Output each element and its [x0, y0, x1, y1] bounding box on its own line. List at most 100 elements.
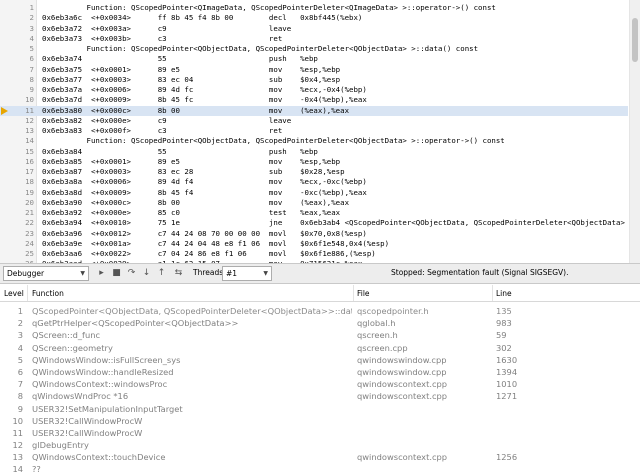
- stack-level-cell: 12: [12, 440, 23, 451]
- disassembly-line[interactable]: 8 0x6eb3a77 <+0x0003> 83 ec 04 sub $0x4,%…: [0, 75, 628, 85]
- line-number: 2: [29, 13, 34, 23]
- scrollbar-thumb[interactable]: [632, 18, 638, 62]
- line-number: 14: [25, 136, 34, 146]
- step-into-icon[interactable]: ↓: [140, 267, 153, 280]
- chevron-down-icon: ▼: [80, 270, 85, 277]
- stack-file-cell: qglobal.h: [357, 318, 396, 329]
- column-divider[interactable]: [353, 285, 354, 301]
- stack-frame-row[interactable]: 10 USER32!CallWindowProcW: [0, 415, 640, 427]
- disassembly-line[interactable]: 3 0x6eb3a72 <+0x003a> c9 leave: [0, 24, 628, 34]
- stack-file-cell: qscreen.h: [357, 330, 398, 341]
- stack-function-cell: QWindowsContext::windowsProc: [32, 379, 168, 390]
- header-line[interactable]: Line: [496, 289, 512, 298]
- disassembly-line[interactable]: 2 0x6eb3a6c <+0x0034> ff 8b 45 f4 8b 00 d…: [0, 13, 628, 23]
- stack-line-cell: 1630: [496, 354, 518, 365]
- disassembly-line[interactable]: 15 0x6eb3a84 55 push %ebp: [0, 147, 628, 157]
- disassembly-line[interactable]: 12 0x6eb3a82 <+0x000e> c9 leave: [0, 116, 628, 126]
- stack-view: Level Function File Line 1 QScopedPointer…: [0, 285, 640, 474]
- editor-vertical-scrollbar[interactable]: [629, 0, 640, 263]
- line-number: 7: [29, 64, 34, 74]
- stack-frame-row[interactable]: 7 QWindowsContext::windowsProc qwindowscon…: [0, 378, 640, 390]
- disassembly-line[interactable]: 21 0x6eb3a92 <+0x000e> 85 c0 test %eax,%e…: [0, 208, 628, 218]
- disassembly-line[interactable]: 7 0x6eb3a75 <+0x0001> 89 e5 mov %esp,%ebp: [0, 65, 628, 75]
- disassembly-line[interactable]: 25 0x6eb3aa6 <+0x0022> c7 04 24 86 e8 f1 …: [0, 249, 628, 259]
- disassembly-line[interactable]: 24 0x6eb3a9e <+0x001a> c7 44 24 04 48 e8 …: [0, 239, 628, 249]
- stack-frame-row[interactable]: 13 QWindowsContext::touchDevice qwindowsco…: [0, 451, 640, 463]
- debugger-perspective-select[interactable]: Debugger ▼: [3, 266, 89, 281]
- instruction-mode-icon[interactable]: ⇆: [172, 267, 185, 280]
- stack-function-cell: QWindowsContext::touchDevice: [32, 452, 166, 463]
- stack-frame-row[interactable]: 4 QScreen::geometry qscreen.cpp 302: [0, 342, 640, 354]
- instruction-text: Function: QScopedPointer<QImageData, QSc…: [42, 3, 496, 12]
- stack-line-cell: 1010: [496, 379, 518, 390]
- disassembly-line[interactable]: 22 0x6eb3a94 <+0x0010> 75 1e jne 0x6eb3ab…: [0, 218, 640, 228]
- stack-frame-row[interactable]: 12 glDebugEntry: [0, 439, 640, 451]
- instruction-text: 0x6eb3aa6 <+0x0022> c7 04 24 86 e8 f1 06…: [42, 249, 376, 258]
- header-level[interactable]: Level: [4, 289, 24, 298]
- stack-line-cell: 1256: [496, 452, 518, 463]
- line-number: 4: [29, 33, 34, 43]
- stack-frame-row[interactable]: 8 qWindowsWndProc *16 qwindowscontext.cpp 1…: [0, 390, 640, 402]
- continue-icon[interactable]: ▸: [95, 267, 108, 280]
- disassembly-editor[interactable]: 1 Function: QScopedPointer<QImageData, Q…: [0, 0, 640, 263]
- threads-select[interactable]: #1 ▼: [222, 266, 272, 281]
- instruction-text: 0x6eb3a9e <+0x001a> c7 44 24 04 48 e8 f1…: [42, 238, 390, 248]
- disassembly-line[interactable]: 20 0x6eb3a90 <+0x000c> 8b 00 mov (%eax),%…: [0, 198, 628, 208]
- header-function[interactable]: Function: [32, 289, 64, 298]
- stack-frame-row[interactable]: 2 qGetPtrHelper<QScopedPointer<QObjectDat…: [0, 317, 640, 329]
- stack-frame-row[interactable]: 6 QWindowsWindow::handleResized qwindowswi…: [0, 366, 640, 378]
- disassembly-line[interactable]: 11 0x6eb3a80 <+0x000c> 8b 00 mov (%eax),%…: [0, 105, 628, 116]
- stack-function-cell: qGetPtrHelper<QScopedPointer<QObjectData…: [32, 318, 239, 329]
- stack-level-cell: 8: [17, 391, 23, 402]
- instruction-text: 0x6eb3a7a <+0x0006> 89 4d fc mov %ecx,-0…: [42, 85, 367, 94]
- stack-file-cell: qscopedpointer.h: [357, 306, 429, 316]
- stack-frame-row[interactable]: 11 USER32!CallWindowProcW: [0, 427, 640, 439]
- debugger-toolbar: Debugger ▼ ▸ ■ ↷ ↓ ↑ ⇆ Threads: #1 ▼ Sto…: [0, 263, 640, 284]
- stack-function-cell: USER32!CallWindowProcW: [32, 415, 143, 426]
- disassembly-line[interactable]: 9 0x6eb3a7a <+0x0006> 89 4d fc mov %ecx,-…: [0, 85, 628, 95]
- disassembly-line[interactable]: 1 Function: QScopedPointer<QImageData, Q…: [0, 3, 628, 13]
- disassembly-line[interactable]: 17 0x6eb3a87 <+0x0003> 83 ec 28 sub $0x28…: [0, 167, 628, 177]
- disassembly-line[interactable]: 23 0x6eb3a96 <+0x0012> c7 44 24 08 70 00 …: [0, 229, 628, 239]
- disassembly-line[interactable]: 18 0x6eb3a8a <+0x0006> 89 4d f4 mov %ecx,…: [0, 177, 628, 187]
- line-number: 22: [25, 218, 34, 228]
- line-number: 23: [25, 228, 34, 238]
- stack-function-cell: QScreen::geometry: [32, 342, 113, 353]
- header-file[interactable]: File: [357, 289, 370, 298]
- stack-level-cell: 10: [12, 415, 23, 426]
- stop-icon[interactable]: ■: [110, 267, 123, 280]
- stack-frame-row[interactable]: 3 QScreen::d_func qscreen.h 59: [0, 329, 640, 341]
- line-number: 15: [25, 146, 34, 156]
- disassembly-line[interactable]: 14 Function: QScopedPointer<QObjectData,…: [0, 136, 628, 146]
- disassembly-line[interactable]: 19 0x6eb3a8d <+0x0009> 8b 45 f4 mov -0xc(…: [0, 188, 628, 198]
- stack-frame-row[interactable]: 9 USER32!SetManipulationInputTarget: [0, 403, 640, 415]
- disassembly-line[interactable]: 13 0x6eb3a83 <+0x000f> c3 ret: [0, 126, 628, 136]
- instruction-text: Function: QScopedPointer<QObjectData, QS…: [42, 44, 479, 53]
- instruction-text: 0x6eb3a90 <+0x000c> 8b 00 mov (%eax),%ea…: [42, 197, 350, 207]
- stack-level-cell: 4: [17, 342, 23, 353]
- step-over-icon[interactable]: ↷: [125, 267, 138, 280]
- line-number: 16: [25, 156, 34, 166]
- disassembly-line[interactable]: 4 0x6eb3a73 <+0x003b> c3 ret: [0, 34, 628, 44]
- column-divider[interactable]: [27, 285, 28, 301]
- stack-line-cell: 302: [496, 342, 512, 353]
- instruction-text: 0x6eb3a92 <+0x000e> 85 c0 test %eax,%eax: [42, 208, 341, 217]
- disassembly-line[interactable]: 5 Function: QScopedPointer<QObjectData, …: [0, 44, 628, 54]
- stack-line-cell: 1271: [496, 391, 518, 402]
- instruction-text: 0x6eb3a77 <+0x0003> 83 ec 04 sub $0x4,%e…: [42, 74, 341, 84]
- stack-level-cell: 2: [17, 318, 23, 329]
- stack-line-cell: 1394: [496, 366, 518, 377]
- stack-frame-row[interactable]: 5 QWindowsWindow::isFullScreen_sys qwindow…: [0, 354, 640, 366]
- disassembly-line[interactable]: 10 0x6eb3a7d <+0x0009> 8b 45 fc mov -0x4(…: [0, 95, 628, 105]
- disassembly-line[interactable]: 6 0x6eb3a74 55 push %ebp: [0, 54, 628, 64]
- instruction-text: 0x6eb3a83 <+0x000f> c3 ret: [42, 126, 283, 135]
- step-out-icon[interactable]: ↑: [155, 267, 168, 280]
- stack-function-cell: QWindowsWindow::isFullScreen_sys: [32, 354, 181, 365]
- instruction-text: 0x6eb3a85 <+0x0001> 89 e5 mov %esp,%ebp: [42, 156, 341, 166]
- line-number: 8: [29, 74, 34, 84]
- stack-frame-row[interactable]: 14??: [0, 463, 640, 474]
- line-number: 19: [25, 187, 34, 197]
- disassembly-line[interactable]: 16 0x6eb3a85 <+0x0001> 89 e5 mov %esp,%eb…: [0, 157, 628, 167]
- stack-frame-row[interactable]: 1 QScopedPointer<QObjectData, QScopedPoin…: [0, 305, 640, 317]
- column-divider[interactable]: [492, 285, 493, 301]
